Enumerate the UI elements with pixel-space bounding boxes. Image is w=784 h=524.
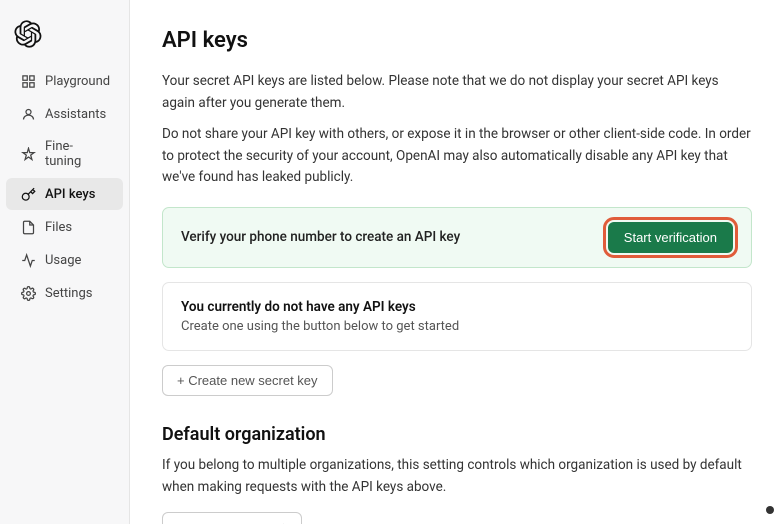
sidebar-item-fine-tuning[interactable]: Fine-tuning — [6, 131, 123, 177]
sidebar-item-playground[interactable]: Playground — [6, 65, 123, 97]
sidebar-item-label: Settings — [45, 286, 92, 301]
sidebar-item-settings[interactable]: Settings — [6, 277, 123, 309]
sidebar-item-label: API keys — [45, 187, 95, 202]
org-select[interactable]: Personal ▲▼ — [162, 512, 302, 524]
cursor-dot — [766, 506, 774, 514]
start-verification-button[interactable]: Start verification — [608, 222, 733, 253]
default-org-description: If you belong to multiple organizations,… — [162, 455, 752, 498]
app-logo — [0, 12, 129, 64]
sidebar: Playground Assistants Fine-tuning API keys F… — [0, 0, 130, 524]
description-2: Do not share your API key with others, o… — [162, 124, 752, 189]
settings-icon — [20, 285, 36, 301]
sidebar-item-label: Playground — [45, 74, 110, 89]
assistant-icon — [20, 106, 36, 122]
layout-icon — [20, 73, 36, 89]
sidebar-item-assistants[interactable]: Assistants — [6, 98, 123, 130]
openai-logo-icon — [14, 20, 42, 48]
verify-banner: Verify your phone number to create an AP… — [162, 207, 752, 268]
default-org-title: Default organization — [162, 424, 752, 445]
chevron-updown-icon: ▲▼ — [278, 520, 289, 524]
sidebar-item-label: Usage — [45, 253, 81, 268]
no-keys-title: You currently do not have any API keys — [181, 299, 733, 315]
no-keys-box: You currently do not have any API keys C… — [162, 282, 752, 351]
description-1: Your secret API keys are listed below. P… — [162, 71, 752, 114]
sidebar-item-label: Fine-tuning — [45, 139, 109, 169]
file-icon — [20, 219, 36, 235]
sidebar-item-api-keys[interactable]: API keys — [6, 178, 123, 210]
page-title: API keys — [162, 28, 752, 53]
key-icon — [20, 186, 36, 202]
main-content: API keys Your secret API keys are listed… — [130, 0, 784, 524]
usage-icon — [20, 252, 36, 268]
sidebar-item-usage[interactable]: Usage — [6, 244, 123, 276]
sidebar-item-label: Files — [45, 220, 72, 235]
sidebar-item-label: Assistants — [45, 107, 106, 122]
sidebar-item-files[interactable]: Files — [6, 211, 123, 243]
fine-tune-icon — [20, 146, 36, 162]
create-secret-key-button[interactable]: + Create new secret key — [162, 365, 333, 396]
verify-banner-text: Verify your phone number to create an AP… — [181, 229, 460, 245]
no-keys-subtitle: Create one using the button below to get… — [181, 319, 733, 334]
